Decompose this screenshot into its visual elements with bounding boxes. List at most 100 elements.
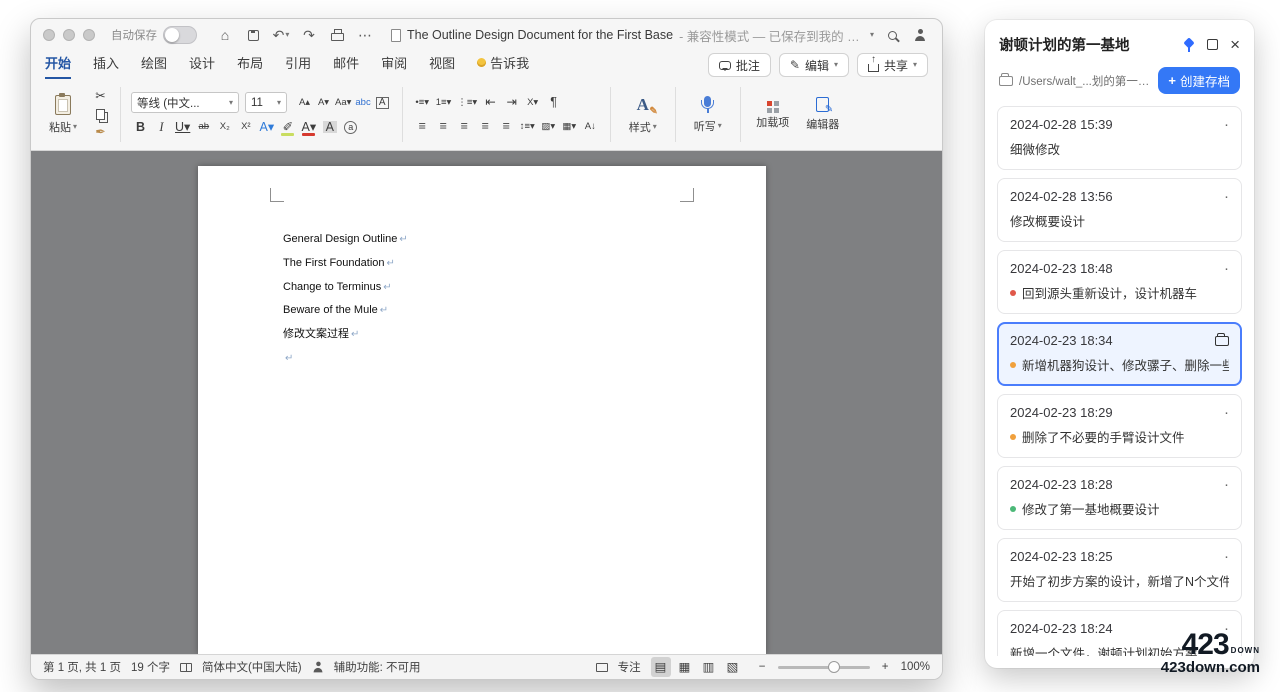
title-chevron-icon[interactable]: ▾ (870, 31, 874, 39)
show-marks-button[interactable]: ¶ (544, 93, 563, 113)
version-entry[interactable]: 2024-02-23 18:34新增机器狗设计、修改骡子、删除一些部件 (997, 322, 1242, 386)
window-zoom-button[interactable] (83, 29, 95, 41)
presence-button[interactable] (910, 25, 930, 45)
version-entry[interactable]: 2024-02-28 13:56·修改概要设计 (997, 178, 1242, 242)
change-case-button[interactable]: Aa▾ (333, 93, 353, 113)
underline-button[interactable]: U▾ (173, 117, 192, 137)
cut-icon[interactable]: ✂ (91, 89, 110, 105)
window-close-button[interactable] (43, 29, 55, 41)
addins-button[interactable]: 加载项 (751, 101, 795, 129)
version-entry[interactable]: 2024-02-23 18:48·回到源头重新设计，设计机器车 (997, 250, 1242, 314)
pin-icon[interactable] (1183, 38, 1195, 52)
comments-button[interactable]: 批注 (708, 53, 771, 77)
search-button[interactable] (882, 25, 902, 45)
decrease-indent-button[interactable]: ⇤ (481, 93, 500, 113)
page-number-label[interactable]: 第 1 页, 共 1 页 (43, 659, 121, 675)
expand-icon[interactable] (1207, 39, 1218, 50)
copy-icon[interactable] (91, 107, 110, 123)
tab-draw[interactable]: 绘图 (141, 53, 167, 79)
entry-menu-dot[interactable]: · (1224, 121, 1229, 129)
open-folder-icon[interactable] (1215, 336, 1229, 346)
tab-tell-me[interactable]: 告诉我 (477, 53, 529, 79)
font-color-button[interactable]: A▾ (299, 117, 318, 137)
sort-button[interactable]: A↓ (581, 117, 600, 137)
font-size-select[interactable]: 11▾ (245, 92, 287, 113)
tab-view[interactable]: 视图 (429, 53, 455, 79)
subscript-button[interactable]: X₂ (215, 117, 234, 137)
home-button[interactable]: ⌂ (215, 25, 235, 45)
word-count-label[interactable]: 19 个字 (131, 659, 170, 675)
format-painter-icon[interactable]: ✒ (91, 125, 110, 141)
zoom-out-button[interactable]: − (753, 657, 772, 677)
view-print-layout-button[interactable]: ▤ (651, 657, 671, 677)
borders-button[interactable]: ▦▾ (560, 117, 579, 137)
zoom-slider[interactable] (778, 666, 870, 669)
dictate-button[interactable]: 听写▾ (686, 96, 730, 134)
numbering-button[interactable]: 1≡▾ (434, 93, 454, 113)
entry-menu-dot[interactable]: · (1224, 193, 1229, 201)
window-minimize-button[interactable] (63, 29, 75, 41)
autosave-toggle[interactable] (163, 26, 197, 44)
zoom-slider-knob[interactable] (828, 661, 840, 673)
share-button[interactable]: 共享▾ (857, 53, 928, 77)
print-button[interactable] (327, 25, 347, 45)
tab-layout[interactable]: 布局 (237, 53, 263, 79)
close-icon[interactable] (1230, 36, 1240, 53)
edit-button[interactable]: ✎编辑▾ (779, 53, 849, 77)
text-effects-button[interactable]: A▾ (257, 117, 276, 137)
multilevel-list-button[interactable]: ⋮≡▾ (455, 93, 479, 113)
strikethrough-button[interactable]: ab (194, 117, 213, 137)
tab-home[interactable]: 开始 (45, 53, 71, 79)
asian-layout-button[interactable]: X▾ (523, 93, 542, 113)
view-outline-button[interactable]: ▥ (699, 657, 719, 677)
entry-menu-dot[interactable]: · (1224, 553, 1229, 561)
focus-toggle[interactable]: 专注 (618, 659, 641, 675)
zoom-level-label[interactable]: 100% (901, 661, 930, 673)
bullets-button[interactable]: •≡▾ (413, 93, 432, 113)
tab-mailings[interactable]: 邮件 (333, 53, 359, 79)
undo-button[interactable]: ↶▾ (271, 25, 291, 45)
create-archive-button[interactable]: 创建存档 (1158, 67, 1240, 94)
justify-button[interactable]: ≡ (476, 117, 495, 137)
phonetic-guide-button[interactable]: abc (353, 93, 372, 113)
proofing-icon[interactable] (180, 663, 192, 672)
increase-indent-button[interactable]: ⇥ (502, 93, 521, 113)
tab-references[interactable]: 引用 (285, 53, 311, 79)
view-draft-button[interactable]: ▧ (723, 657, 743, 677)
line-spacing-button[interactable]: ↕≡▾ (518, 117, 537, 137)
distribute-button[interactable]: ≡ (497, 117, 516, 137)
save-button[interactable] (243, 25, 263, 45)
more-commands-button[interactable]: ⋯ (355, 25, 375, 45)
align-left-button[interactable]: ≡ (413, 117, 432, 137)
italic-button[interactable]: I (152, 117, 171, 137)
entry-menu-dot[interactable]: · (1224, 481, 1229, 489)
align-center-button[interactable]: ≡ (434, 117, 453, 137)
styles-button[interactable]: 样式▾ (621, 95, 665, 135)
align-right-button[interactable]: ≡ (455, 117, 474, 137)
entry-menu-dot[interactable]: · (1224, 265, 1229, 273)
version-entry[interactable]: 2024-02-23 18:29·删除了不必要的手臂设计文件 (997, 394, 1242, 458)
shading-button[interactable]: ▨▾ (539, 117, 558, 137)
version-entry[interactable]: 2024-02-23 18:25·开始了初步方案的设计，新增了N个文件 (997, 538, 1242, 602)
highlight-button[interactable]: ✐ (278, 117, 297, 137)
character-border-button[interactable]: A (373, 93, 392, 113)
redo-button[interactable]: ↷ (299, 25, 319, 45)
paste-button[interactable]: 粘贴▾ (41, 95, 85, 135)
version-entry[interactable]: 2024-02-28 15:39·细微修改 (997, 106, 1242, 170)
document-page[interactable]: General Design Outline↵The First Foundat… (198, 166, 766, 654)
tab-review[interactable]: 审阅 (381, 53, 407, 79)
language-label[interactable]: 简体中文(中国大陆) (202, 659, 302, 675)
character-shading-button[interactable]: A (320, 117, 339, 137)
tab-design[interactable]: 设计 (189, 53, 215, 79)
entry-menu-dot[interactable]: · (1224, 409, 1229, 417)
tab-insert[interactable]: 插入 (93, 53, 119, 79)
shrink-font-button[interactable]: A▾ (314, 93, 333, 113)
version-entry[interactable]: 2024-02-23 18:28·修改了第一基地概要设计 (997, 466, 1242, 530)
font-name-select[interactable]: 等线 (中文...▾ (131, 92, 239, 113)
superscript-button[interactable]: X² (236, 117, 255, 137)
zoom-in-button[interactable]: + (876, 657, 895, 677)
bold-button[interactable]: B (131, 117, 150, 137)
grow-font-button[interactable]: A▴ (295, 93, 314, 113)
view-web-layout-button[interactable]: ▦ (675, 657, 695, 677)
accessibility-label[interactable]: 辅助功能: 不可用 (334, 659, 421, 675)
